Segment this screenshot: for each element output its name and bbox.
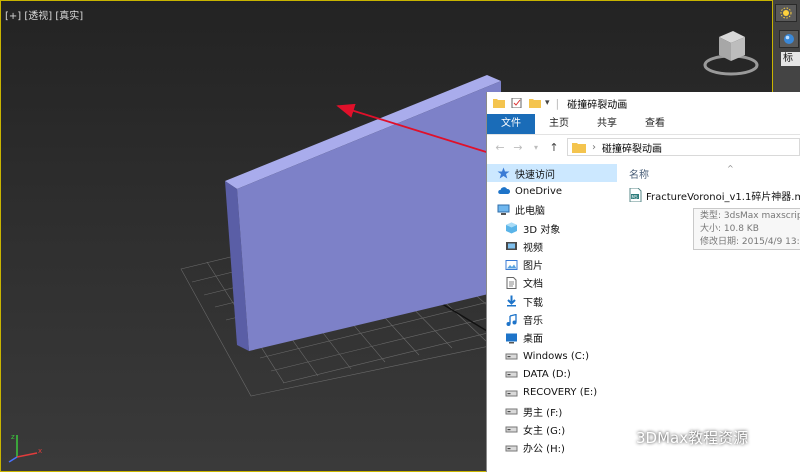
axis-tripod-icon: z x	[8, 433, 42, 463]
sun-icon[interactable]	[775, 4, 797, 22]
standard-dropdown[interactable]: 标准	[781, 52, 800, 66]
chevron-right-icon[interactable]: ›	[592, 142, 596, 153]
cloud-icon	[498, 187, 510, 195]
quick-access-dropdown-icon[interactable]: ▾	[545, 98, 550, 108]
wechat-icon	[606, 428, 630, 447]
maxscript-file-icon: MS	[629, 188, 642, 202]
picture-icon	[505, 259, 518, 270]
forward-arrow-icon[interactable]: →	[513, 141, 523, 154]
navigation-pane: 快速访问 OneDrive 此电脑 3D 对象视频图片文档下载音乐桌面 Windows …	[487, 164, 617, 472]
document-icon	[506, 276, 517, 289]
nav-item[interactable]: 音乐	[487, 310, 617, 328]
file-name: FractureVoronoi_v1.1碎片神器.ms	[646, 191, 800, 203]
tab-view[interactable]: 查看	[631, 114, 679, 134]
navigation-bar: ← → ▾ ↑ › 碰撞碎裂动画	[487, 136, 800, 158]
drive-icon	[505, 408, 518, 415]
nav-item-label: 此电脑	[515, 206, 545, 218]
new-folder-icon[interactable]	[529, 98, 541, 108]
up-arrow-icon[interactable]: ↑	[549, 141, 559, 154]
svg-text:x: x	[38, 447, 42, 455]
recent-dropdown-icon[interactable]: ▾	[531, 143, 541, 152]
nav-item-label: 文档	[523, 279, 543, 291]
nav-item[interactable]: 此电脑	[487, 201, 617, 219]
nav-item[interactable]: 女主 (G:)	[487, 420, 617, 438]
tooltip-size: 大小: 10.8 KB	[700, 224, 759, 234]
drive-icon	[505, 426, 518, 433]
nav-item[interactable]: 桌面	[487, 329, 617, 347]
drive-icon	[505, 390, 518, 397]
tooltip-type: 类型: 3dsMax maxscript	[700, 211, 800, 221]
nav-item-label: 下载	[523, 297, 543, 309]
column-header-name[interactable]: 名称 ^	[629, 164, 734, 181]
file-explorer-window: ▾ | 碰撞碎裂动画 文件 主页 共享 查看 ← → ▾ ↑ › 碰撞碎裂动画 …	[486, 92, 800, 472]
nav-item[interactable]: DATA (D:)	[487, 365, 617, 383]
svg-text:MS: MS	[632, 194, 638, 199]
sort-caret-icon: ^	[727, 164, 734, 173]
nav-item-label: 快速访问	[515, 169, 555, 181]
nav-item[interactable]: 3D 对象	[487, 219, 617, 237]
nav-item-label: 视频	[523, 242, 543, 254]
nav-item-label: 3D 对象	[523, 224, 561, 236]
nav-item[interactable]: Windows (C:)	[487, 347, 617, 365]
nav-item-label: RECOVERY (E:)	[523, 387, 598, 399]
sphere-icon[interactable]	[779, 30, 799, 48]
drive-icon	[505, 445, 518, 452]
nav-item-label: 办公 (H:)	[523, 444, 565, 456]
drive-icon	[505, 371, 518, 378]
viewcube-icon[interactable]	[701, 23, 761, 79]
address-path: 碰撞碎裂动画	[602, 143, 662, 155]
folder-icon	[572, 142, 586, 153]
nav-item-label: 男主 (F:)	[523, 407, 563, 419]
file-item[interactable]: MS FractureVoronoi_v1.1碎片神器.ms	[629, 186, 800, 204]
tooltip-date: 修改日期: 2015/4/9 13:55	[700, 237, 800, 247]
svg-text:z: z	[11, 433, 15, 441]
window-title: 碰撞碎裂动画	[567, 99, 628, 111]
desktop-icon	[506, 333, 517, 344]
nav-item-label: 桌面	[523, 334, 543, 346]
star-icon	[497, 167, 510, 179]
nav-item[interactable]: 图片	[487, 255, 617, 273]
nav-item[interactable]: 快速访问	[487, 164, 617, 183]
watermark: 3DMax教程资源	[606, 427, 748, 448]
titlebar-separator: |	[555, 96, 560, 110]
download-icon	[507, 295, 516, 307]
nav-item-label: OneDrive	[515, 185, 563, 197]
back-arrow-icon[interactable]: ←	[495, 141, 505, 154]
drive-icon	[505, 353, 518, 360]
nav-item-label: DATA (D:)	[523, 368, 571, 380]
nav-item[interactable]: 下载	[487, 292, 617, 310]
tab-file[interactable]: 文件	[487, 114, 535, 134]
cube-icon	[506, 222, 517, 234]
music-icon	[506, 313, 517, 326]
nav-item[interactable]: 文档	[487, 274, 617, 292]
tab-home[interactable]: 主页	[535, 114, 583, 134]
nav-item[interactable]: 男主 (F:)	[487, 402, 617, 420]
nav-item-label: Windows (C:)	[523, 350, 589, 362]
viewport-label[interactable]: [+] [透视] [真实]	[5, 7, 83, 22]
properties-icon[interactable]	[511, 98, 523, 108]
address-bar[interactable]: › 碰撞碎裂动画	[567, 138, 800, 156]
nav-item[interactable]: 视频	[487, 237, 617, 255]
computer-icon	[497, 204, 510, 215]
tab-share[interactable]: 共享	[583, 114, 631, 134]
box-wall-object[interactable]	[225, 75, 501, 351]
nav-item[interactable]: RECOVERY (E:)	[487, 384, 617, 402]
explorer-titlebar: ▾ | 碰撞碎裂动画	[487, 92, 800, 114]
nav-item-label: 音乐	[523, 316, 543, 328]
watermark-text: 3DMax教程资源	[636, 429, 749, 447]
video-icon	[506, 242, 517, 251]
ribbon-tabs: 文件 主页 共享 查看	[487, 114, 800, 135]
nav-item-label: 女主 (G:)	[523, 425, 566, 437]
file-info-tooltip: 类型: 3dsMax maxscript 大小: 10.8 KB 修改日期: 2…	[693, 208, 800, 250]
nav-item[interactable]: OneDrive	[487, 182, 617, 200]
nav-item-label: 图片	[523, 261, 543, 273]
file-list: 名称 ^ MS FractureVoronoi_v1.1碎片神器.ms 类型: …	[621, 158, 800, 472]
folder-icon[interactable]	[493, 98, 505, 108]
nav-item[interactable]: 办公 (H:)	[487, 438, 617, 456]
